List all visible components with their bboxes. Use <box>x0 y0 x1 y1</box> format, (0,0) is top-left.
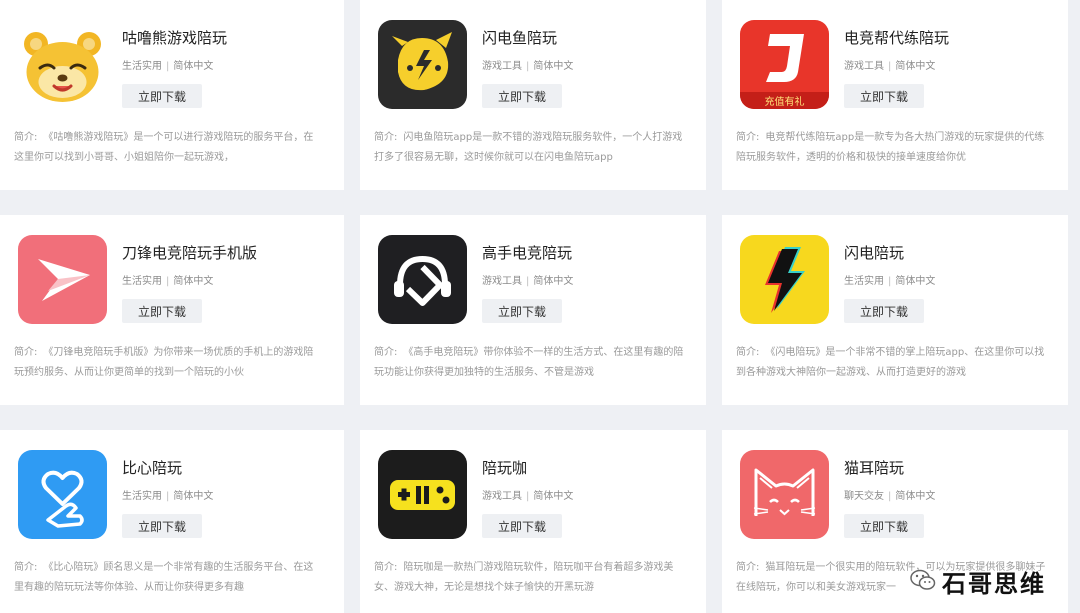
app-card: 比心陪玩 生活实用 | 简体中文 立即下载 简介: 《比心陪玩》顾名思义是一个非常有趣… <box>0 430 344 613</box>
app-category: 生活实用 <box>844 276 884 287</box>
app-card: 闪电陪玩 生活实用 | 简体中文 立即下载 简介: 《闪电陪玩》是一个非常不错的掌上陪… <box>722 215 1068 405</box>
app-name[interactable]: 咕噜熊游戏陪玩 <box>122 27 227 48</box>
app-category: 游戏工具 <box>844 61 884 72</box>
intro-text: 闪电鱼陪玩app是一款不错的游戏陪玩服务软件，一个人打游戏打多了很容易无聊，这时… <box>374 132 683 163</box>
download-button[interactable]: 立即下载 <box>482 299 562 323</box>
app-language: 简体中文 <box>895 61 936 72</box>
app-meta: 游戏工具 | 简体中文 <box>482 61 574 72</box>
headphones-icon[interactable] <box>378 235 467 324</box>
intro-label: 简介: <box>14 132 38 143</box>
app-card: 咕噜熊游戏陪玩 生活实用 | 简体中文 立即下载 简介: 《咕噜熊游戏陪玩》是一个可以… <box>0 0 344 190</box>
intro-label: 简介: <box>736 132 760 143</box>
app-language: 简体中文 <box>533 61 574 72</box>
app-name[interactable]: 电竞帮代练陪玩 <box>844 27 949 48</box>
intro-text: 陪玩咖是一款热门游戏陪玩软件，陪玩咖平台有着超多游戏美女、游戏大神，无论是想找个… <box>374 562 674 593</box>
download-button[interactable]: 立即下载 <box>482 84 562 108</box>
app-category: 生活实用 <box>122 276 162 287</box>
app-name[interactable]: 刀锋电竞陪玩手机版 <box>122 242 257 263</box>
intro-text: 《高手电竞陪玩》带你体验不一样的生活方式、在这里有趣的陪玩功能让你获得更加独特的… <box>374 347 684 378</box>
app-intro: 简介: 闪电鱼陪玩app是一款不错的游戏陪玩服务软件，一个人打游戏打多了很容易无聊… <box>374 128 684 168</box>
download-button[interactable]: 立即下载 <box>122 514 202 538</box>
app-meta: 聊天交友 | 简体中文 <box>844 491 936 502</box>
watermark: 石哥思维 <box>910 564 1046 599</box>
promo-badge: 充值有礼 <box>765 95 805 108</box>
intro-label: 简介: <box>14 347 38 358</box>
app-meta: 游戏工具 | 简体中文 <box>844 61 936 72</box>
app-language: 简体中文 <box>173 491 214 502</box>
watermark-text: 石哥思维 <box>942 570 1046 598</box>
download-button[interactable]: 立即下载 <box>482 514 562 538</box>
intro-text: 《刀锋电竞陪玩手机版》为你带来一场优质的手机上的游戏陪玩预约服务、从而让你更简单… <box>14 347 314 378</box>
app-meta: 生活实用 | 简体中文 <box>122 61 214 72</box>
intro-label: 简介: <box>374 132 398 143</box>
app-meta: 生活实用 | 简体中文 <box>844 276 936 287</box>
app-intro: 简介: 《咕噜熊游戏陪玩》是一个可以进行游戏陪玩的服务平台，在这里你可以找到小哥哥… <box>14 128 322 168</box>
app-language: 简体中文 <box>533 491 574 502</box>
app-card: 闪电鱼陪玩 游戏工具 | 简体中文 立即下载 简介: 闪电鱼陪玩app是一款不错的游戏… <box>360 0 706 190</box>
download-button[interactable]: 立即下载 <box>122 84 202 108</box>
intro-text: 电竞帮代练陪玩app是一款专为各大热门游戏的玩家提供的代练陪玩服务软件，透明的价… <box>736 132 1045 163</box>
download-button[interactable]: 立即下载 <box>844 514 924 538</box>
esports-help-icon[interactable]: 充值有礼 <box>740 20 829 109</box>
intro-label: 简介: <box>736 562 760 573</box>
lightning-icon[interactable] <box>740 235 829 324</box>
app-category: 聊天交友 <box>844 491 884 502</box>
app-language: 简体中文 <box>173 61 214 72</box>
app-name[interactable]: 猫耳陪玩 <box>844 457 904 478</box>
app-intro: 简介: 《高手电竞陪玩》带你体验不一样的生活方式、在这里有趣的陪玩功能让你获得更加… <box>374 343 684 383</box>
app-name[interactable]: 闪电鱼陪玩 <box>482 27 557 48</box>
app-card: 刀锋电竞陪玩手机版 生活实用 | 简体中文 立即下载 简介: 《刀锋电竞陪玩手机版》为… <box>0 215 344 405</box>
gamepad-icon[interactable] <box>378 450 467 539</box>
app-intro: 简介: 《刀锋电竞陪玩手机版》为你带来一场优质的手机上的游戏陪玩预约服务、从而让你… <box>14 343 322 383</box>
intro-label: 简介: <box>14 562 38 573</box>
app-category: 游戏工具 <box>482 491 522 502</box>
app-category: 生活实用 <box>122 61 162 72</box>
app-meta: 生活实用 | 简体中文 <box>122 491 214 502</box>
app-language: 简体中文 <box>173 276 214 287</box>
app-category: 游戏工具 <box>482 61 522 72</box>
intro-text: 《闪电陪玩》是一个非常不错的掌上陪玩app、在这里你可以找到各种游戏大神陪你一起… <box>736 347 1045 378</box>
app-name[interactable]: 闪电陪玩 <box>844 242 904 263</box>
heart-hand-icon[interactable] <box>18 450 107 539</box>
app-card: 高手电竞陪玩 游戏工具 | 简体中文 立即下载 简介: 《高手电竞陪玩》带你体验不一样… <box>360 215 706 405</box>
bear-icon[interactable] <box>18 20 107 109</box>
app-language: 简体中文 <box>895 276 936 287</box>
app-intro: 简介: 《闪电陪玩》是一个非常不错的掌上陪玩app、在这里你可以找到各种游戏大神陪… <box>736 343 1046 383</box>
app-intro: 简介: 《比心陪玩》顾名思义是一个非常有趣的生活服务平台、在这里有趣的陪玩玩法等你… <box>14 558 322 598</box>
intro-label: 简介: <box>736 347 760 358</box>
app-category: 游戏工具 <box>482 276 522 287</box>
app-name[interactable]: 陪玩咖 <box>482 457 527 478</box>
app-name[interactable]: 比心陪玩 <box>122 457 182 478</box>
intro-text: 《比心陪玩》顾名思义是一个非常有趣的生活服务平台、在这里有趣的陪玩玩法等你体验、… <box>14 562 314 593</box>
download-button[interactable]: 立即下载 <box>122 299 202 323</box>
app-meta: 生活实用 | 简体中文 <box>122 276 214 287</box>
wechat-icon <box>910 569 936 595</box>
app-meta: 游戏工具 | 简体中文 <box>482 491 574 502</box>
cat-icon[interactable] <box>740 450 829 539</box>
app-meta: 游戏工具 | 简体中文 <box>482 276 574 287</box>
app-language: 简体中文 <box>895 491 936 502</box>
app-intro: 简介: 电竞帮代练陪玩app是一款专为各大热门游戏的玩家提供的代练陪玩服务软件，透… <box>736 128 1046 168</box>
intro-label: 简介: <box>374 347 398 358</box>
app-card: 陪玩咖 游戏工具 | 简体中文 立即下载 简介: 陪玩咖是一款热门游戏陪玩软件，陪玩咖… <box>360 430 706 613</box>
app-category: 生活实用 <box>122 491 162 502</box>
app-grid: 咕噜熊游戏陪玩 生活实用 | 简体中文 立即下载 简介: 《咕噜熊游戏陪玩》是一个可以… <box>0 0 1080 613</box>
app-intro: 简介: 陪玩咖是一款热门游戏陪玩软件，陪玩咖平台有着超多游戏美女、游戏大神，无论是… <box>374 558 684 598</box>
download-button[interactable]: 立即下载 <box>844 84 924 108</box>
intro-text: 《咕噜熊游戏陪玩》是一个可以进行游戏陪玩的服务平台，在这里你可以找到小哥哥、小姐… <box>14 132 314 163</box>
intro-label: 简介: <box>374 562 398 573</box>
app-card: 充值有礼 电竞帮代练陪玩 游戏工具 | 简体中文 立即下载 简介: 电竞帮代练陪玩ap… <box>722 0 1068 190</box>
app-language: 简体中文 <box>533 276 574 287</box>
download-button[interactable]: 立即下载 <box>844 299 924 323</box>
app-name[interactable]: 高手电竞陪玩 <box>482 242 572 263</box>
lightning-fish-icon[interactable] <box>378 20 467 109</box>
blade-icon[interactable] <box>18 235 107 324</box>
